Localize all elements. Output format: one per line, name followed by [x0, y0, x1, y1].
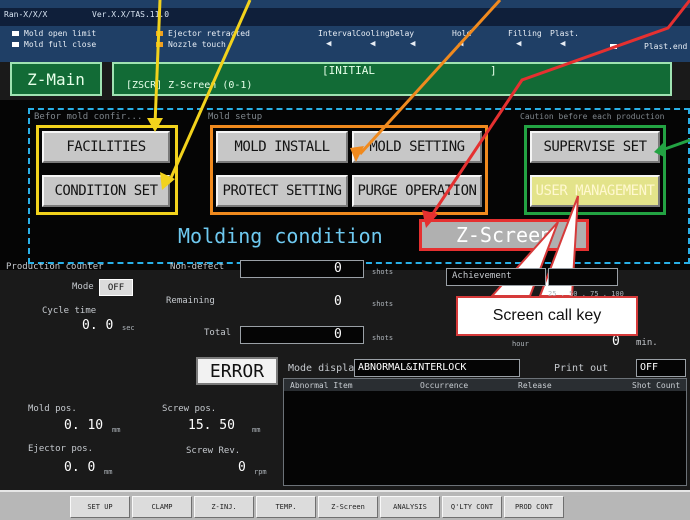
non-defect-value: 0 [334, 261, 342, 276]
screen-call-key-callout: Screen call key [456, 296, 638, 336]
mode-display-value: ABNORMAL&INTERLOCK [358, 362, 467, 373]
ejector-pos-label: Ejector pos. [28, 444, 94, 454]
ejector-pos-value: 0. 0 [64, 460, 96, 475]
col-abnormal-item: Abnormal Item [290, 381, 353, 390]
cycle-time-unit: sec [122, 324, 135, 332]
error-indicator[interactable]: ERROR [196, 357, 278, 385]
cycle-time-value: 0. 0 [82, 318, 114, 333]
arrow-line [153, 0, 162, 125]
screw-pos-label: Screw pos. [162, 404, 217, 414]
shots-unit: shots [372, 334, 394, 342]
col-occurrence: Occurrence [420, 381, 469, 390]
remaining-label: Remaining [166, 296, 215, 306]
nav-production-control[interactable]: PROD CONT [504, 496, 564, 518]
arrow-line [168, 0, 252, 181]
total-value: 0 [334, 327, 342, 342]
arrow-head [422, 210, 438, 228]
screw-rev-value: 0 [238, 460, 246, 475]
print-out-value: OFF [640, 362, 659, 373]
screw-pos-value: 15. 50 [188, 418, 235, 433]
arrow-head [654, 142, 666, 158]
nav-z-inj[interactable]: Z-INJ. [194, 496, 254, 518]
min-value: 0 [612, 334, 620, 349]
nav-z-screen[interactable]: Z-Screen [318, 496, 378, 518]
mode-display-label: Mode display [288, 363, 361, 374]
cycle-time-label: Cycle time [42, 306, 97, 316]
mold-pos-value: 0. 10 [64, 418, 104, 433]
total-field[interactable] [240, 326, 364, 344]
total-label: Total [204, 328, 232, 338]
arrow-line [661, 138, 690, 152]
non-defect-field[interactable] [240, 260, 364, 278]
ejector-pos-unit: mm [104, 468, 113, 476]
col-release: Release [518, 381, 552, 390]
error-table [283, 378, 687, 486]
production-counter-title: Production counter [6, 262, 104, 272]
print-out-label: Print out [554, 363, 609, 374]
mold-pos-label: Mold pos. [28, 404, 77, 414]
shots-unit: shots [372, 300, 394, 308]
arrow-head [147, 118, 163, 132]
mode-label: Mode [72, 282, 94, 292]
shots-unit: shots [372, 268, 394, 276]
nav-set-up[interactable]: SET UP [70, 496, 130, 518]
col-shot-count: Shot Count [632, 381, 681, 390]
achievement-label: Achievement [452, 271, 512, 281]
nav-clamp[interactable]: CLAMP [132, 496, 192, 518]
mold-pos-unit: mm [112, 426, 121, 434]
screw-pos-unit: mm [252, 426, 261, 434]
screw-rev-unit: rpm [254, 468, 267, 476]
hour-label: hour [512, 340, 529, 348]
non-defect-label: Non-defect [170, 262, 225, 272]
remaining-value: 0 [334, 294, 342, 309]
nav-analysis[interactable]: ANALYSIS [380, 496, 440, 518]
achievement-bar [548, 268, 618, 286]
mode-toggle[interactable]: OFF [99, 279, 133, 296]
arrow-line [358, 0, 502, 156]
nav-quality-control[interactable]: Q'LTY CONT [442, 496, 502, 518]
screw-rev-label: Screw Rev. [186, 446, 241, 456]
nav-temp[interactable]: TEMP. [256, 496, 316, 518]
min-label: min. [636, 338, 658, 348]
